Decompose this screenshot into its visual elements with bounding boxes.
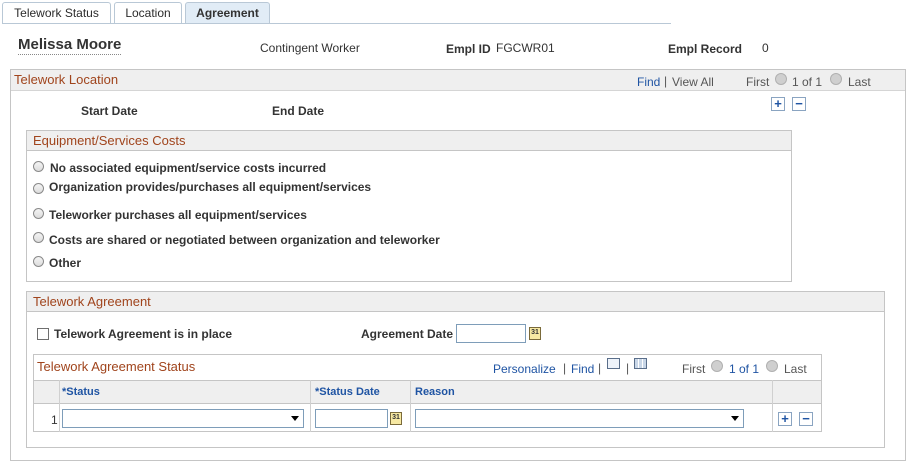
agreement-in-place-label: Telework Agreement is in place: [54, 327, 233, 341]
tab-agreement-label: Agreement: [196, 6, 259, 20]
telework-location-last: Last: [848, 75, 871, 89]
agreement-in-place-checkbox[interactable]: [37, 328, 49, 340]
empl-id-value: FGCWR01: [496, 41, 555, 55]
reason-column-header[interactable]: Reason: [415, 386, 455, 398]
next-icon[interactable]: [830, 73, 842, 85]
equipment-option-label-2: Organization provides/purchases all equi…: [49, 180, 372, 194]
tab-agreement[interactable]: Agreement: [185, 2, 270, 24]
grid-column-divider: [772, 380, 773, 432]
table-row-number: 1: [51, 413, 58, 427]
previous-icon[interactable]: [775, 73, 787, 85]
status-grid-add-row-icon[interactable]: +: [778, 412, 792, 426]
status-grid-first: First: [682, 362, 706, 376]
employee-name: Melissa Moore: [18, 36, 122, 55]
grid-column-divider: [59, 380, 60, 432]
tab-location-label: Location: [125, 6, 171, 20]
status-date-calendar-icon[interactable]: 31: [390, 412, 402, 425]
status-date-input[interactable]: [315, 409, 388, 428]
status-grid-count: 1 of 1: [729, 362, 760, 376]
end-date-label: End Date: [272, 104, 325, 118]
worker-type: Contingent Worker: [260, 41, 360, 55]
status-grid-title: Telework Agreement Status: [37, 359, 196, 374]
chevron-down-icon: [731, 416, 739, 421]
equipment-option-radio-5[interactable]: [33, 256, 44, 267]
status-grid-delete-row-icon[interactable]: −: [799, 412, 813, 426]
add-row-icon[interactable]: +: [771, 97, 785, 111]
status-select[interactable]: [62, 409, 304, 428]
telework-agreement-title: Telework Agreement: [27, 292, 884, 312]
telework-location-count: 1 of 1: [792, 75, 823, 89]
reason-select[interactable]: [415, 409, 744, 428]
grid-column-divider: [410, 380, 411, 432]
equipment-option-label-4: Costs are shared or negotiated between o…: [49, 233, 440, 247]
telework-location-header-bar: [11, 70, 905, 91]
equipment-option-radio-4[interactable]: [33, 232, 44, 243]
status-date-column-header[interactable]: *Status Date: [315, 386, 380, 398]
empl-id-label: Empl ID: [446, 42, 491, 56]
tab-location[interactable]: Location: [114, 2, 182, 23]
status-grid-separator-3: |: [626, 361, 630, 375]
empl-record-label: Empl Record: [668, 42, 743, 56]
agreement-date-label: Agreement Date: [361, 327, 454, 341]
equipment-costs-title: Equipment/Services Costs: [27, 131, 791, 151]
equipment-option-radio-2[interactable]: [33, 183, 44, 194]
status-grid-last: Last: [784, 362, 807, 376]
grid-column-divider: [310, 380, 311, 432]
status-column-header[interactable]: *Status: [62, 386, 100, 398]
agreement-date-input[interactable]: [456, 324, 526, 343]
equipment-option-radio-1[interactable]: [33, 161, 44, 172]
status-grid-find-link[interactable]: Find: [571, 362, 594, 376]
empl-record-value: 0: [762, 41, 769, 55]
download-grid-icon[interactable]: [634, 358, 647, 369]
view-in-new-window-icon[interactable]: [607, 358, 620, 369]
tab-telework-status-label: Telework Status: [14, 6, 99, 20]
tab-divider: [2, 23, 671, 24]
equipment-option-label-3: Teleworker purchases all equipment/servi…: [49, 208, 307, 222]
calendar-icon[interactable]: 31: [529, 327, 541, 340]
chevron-down-icon: [291, 416, 299, 421]
status-grid-next-icon[interactable]: [766, 360, 778, 372]
status-grid-previous-icon[interactable]: [711, 360, 723, 372]
telework-location-view-all-link[interactable]: View All: [672, 75, 714, 89]
status-grid-separator-2: |: [598, 361, 602, 375]
telework-location-find-link[interactable]: Find: [637, 75, 660, 89]
telework-location-separator: |: [664, 74, 668, 88]
status-grid-personalize-link[interactable]: Personalize: [493, 362, 556, 376]
equipment-option-label-5: Other: [49, 256, 82, 270]
tab-telework-status[interactable]: Telework Status: [2, 2, 111, 23]
telework-location-first: First: [746, 75, 770, 89]
telework-location-title: Telework Location: [14, 72, 119, 87]
delete-row-icon[interactable]: −: [792, 97, 806, 111]
start-date-label: Start Date: [81, 104, 138, 118]
equipment-costs-section: Equipment/Services Costs: [26, 130, 792, 282]
equipment-option-label-1: No associated equipment/service costs in…: [50, 161, 327, 175]
equipment-option-radio-3[interactable]: [33, 208, 44, 219]
status-grid-separator-1: |: [563, 361, 567, 375]
